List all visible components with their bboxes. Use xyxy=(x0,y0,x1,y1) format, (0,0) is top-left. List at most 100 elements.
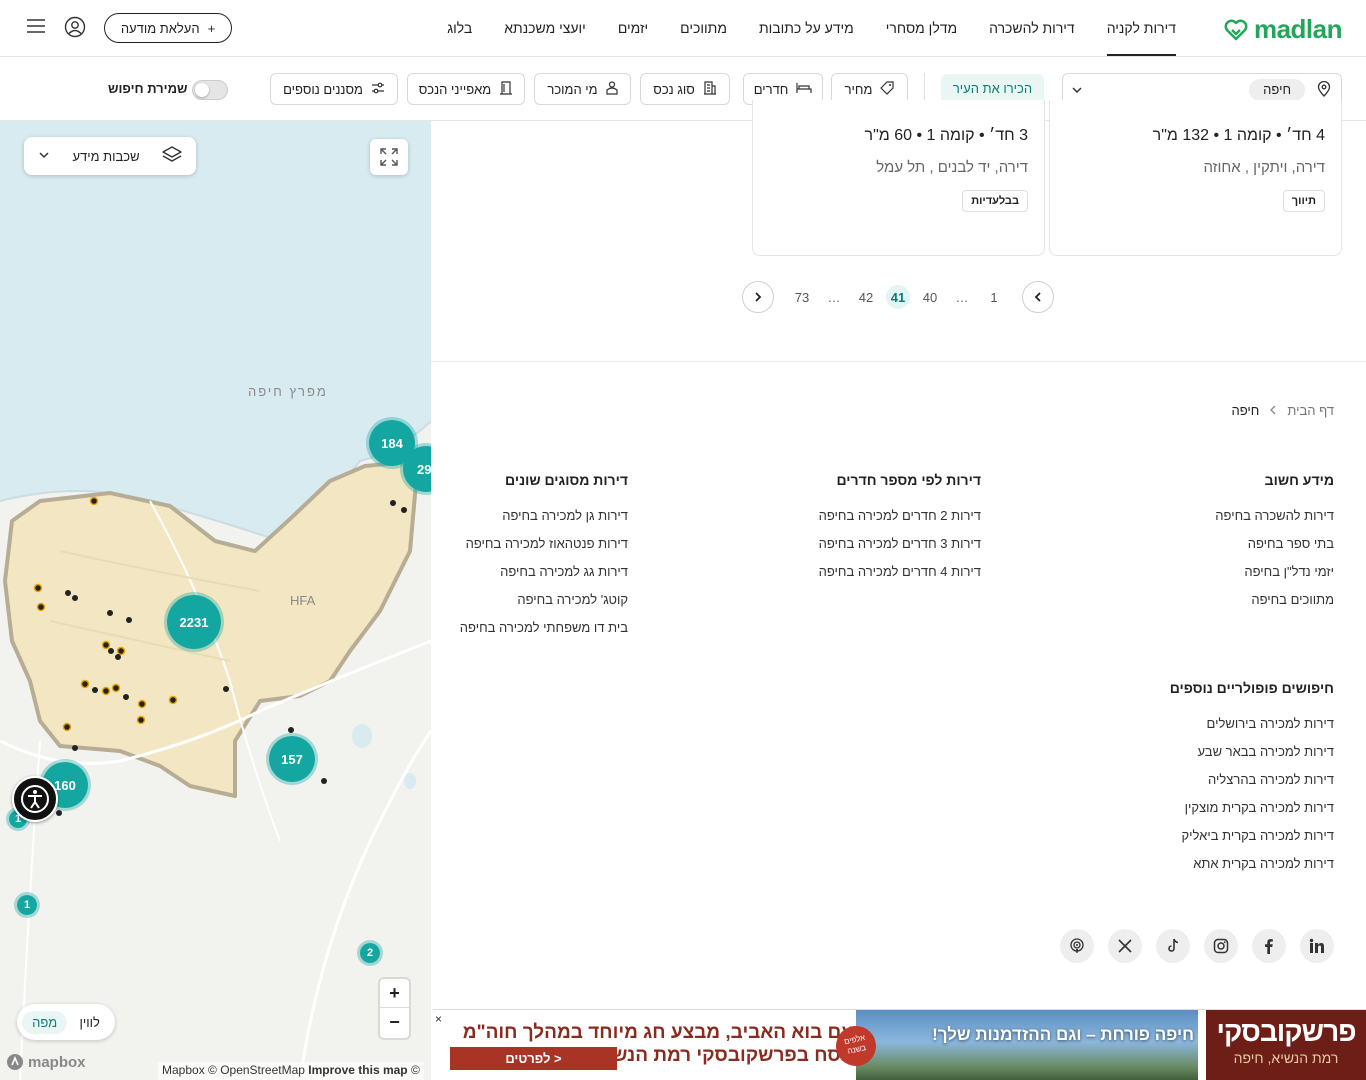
upload-listing-button[interactable]: + העלאת מודעה xyxy=(104,13,232,43)
rooms-filter-label: חדרים xyxy=(753,81,789,97)
accessibility-icon[interactable] xyxy=(12,776,58,822)
tiktok-icon[interactable] xyxy=(1156,929,1190,963)
improve-map-link[interactable]: Improve this map xyxy=(308,1063,407,1077)
section-divider xyxy=(431,361,1366,362)
property-features-label: מאפייני הנכס xyxy=(418,81,492,97)
hfa-label: HFA xyxy=(290,593,316,608)
property-features-filter-button[interactable]: מאפייני הנכס xyxy=(407,73,525,105)
more-filters-button[interactable]: מסננים נוספים xyxy=(270,73,398,105)
page-number[interactable]: 1 xyxy=(982,285,1006,309)
footer-link[interactable]: דירות גן למכירה בחיפה xyxy=(438,508,628,536)
footer-link[interactable]: דירות למכירה בירושלים xyxy=(1034,716,1334,744)
map-cluster[interactable]: 157 xyxy=(266,733,318,785)
breadcrumb-current: חיפה xyxy=(1231,403,1260,418)
instagram-icon[interactable] xyxy=(1204,929,1238,963)
bay-label: מפרץ חיפה xyxy=(248,384,328,399)
copyright-mark: © xyxy=(410,1063,420,1077)
footer-link[interactable]: מתווכים בחיפה xyxy=(1034,592,1334,620)
current-page[interactable]: 41 xyxy=(886,285,910,309)
footer-link[interactable]: דירות למכירה בבאר שבע xyxy=(1034,744,1334,772)
chevron-down-icon[interactable] xyxy=(1071,83,1083,101)
map-cluster[interactable]: 1 xyxy=(14,892,40,918)
nav-agents[interactable]: מתווכים xyxy=(680,0,727,56)
building-icon xyxy=(703,80,717,98)
page-number[interactable]: 42 xyxy=(854,285,878,309)
listing-title: 3 חד׳ • קומה 1 • 60 מ"ר xyxy=(864,127,1028,144)
footer-col-title: דירות לפי מספר חדרים xyxy=(836,472,982,488)
view-map-option[interactable]: מפה xyxy=(22,1010,68,1034)
zoom-in-button[interactable]: + xyxy=(380,979,409,1008)
map-attribution: Mapbox © OpenStreetMap Improve this map … xyxy=(158,1062,424,1080)
facebook-icon[interactable] xyxy=(1252,929,1286,963)
user-icon[interactable] xyxy=(64,16,86,43)
breadcrumb-home[interactable]: דף הבית xyxy=(1287,403,1334,418)
nav-blog[interactable]: בלוג xyxy=(447,0,472,56)
footer-link[interactable]: קוטג' למכירה בחיפה xyxy=(438,592,628,620)
nav-developers[interactable]: יזמים xyxy=(618,0,648,56)
nav-buy[interactable]: דירות לקניה xyxy=(1106,0,1176,56)
map-cluster[interactable]: 2 xyxy=(357,940,383,966)
breadcrumb: דף הבית חיפה xyxy=(1232,403,1335,418)
ad-details-button[interactable]: לפרטים > xyxy=(450,1047,617,1070)
nav-rent[interactable]: דירות להשכרה xyxy=(989,0,1075,56)
attribution-text[interactable]: Mapbox © OpenStreetMap xyxy=(162,1063,305,1077)
footer-link[interactable]: דירות למכירה בקרית מוצקין xyxy=(1034,800,1334,828)
footer-col-important-info: מידע חשוב דירות להשכרה בחיפה בתי ספר בחי… xyxy=(1034,472,1334,620)
footer-link[interactable]: דירות למכירה בהרצליה xyxy=(1034,772,1334,800)
footer-link[interactable]: יזמי נדל"ן בחיפה xyxy=(1034,564,1334,592)
chevron-left-icon xyxy=(1034,292,1041,302)
footer-popular-searches: חיפושים פופולריים נוספים דירות למכירה בי… xyxy=(1034,680,1334,884)
nav-address-info[interactable]: מידע על כתובות xyxy=(759,0,854,56)
plus-icon: + xyxy=(207,20,216,36)
mapbox-logo[interactable]: mapbox xyxy=(6,1053,86,1071)
chevron-right-icon xyxy=(755,292,762,302)
listing-card[interactable]: 3 חד׳ • קומה 1 • 60 מ"ר דירה, יד לבנים ,… xyxy=(752,100,1045,256)
map-layers-button[interactable]: שכבות מידע xyxy=(24,137,196,175)
podcast-icon[interactable] xyxy=(1060,929,1094,963)
footer-link[interactable]: בית דו משפחתי למכירה בחיפה xyxy=(438,620,628,648)
footer-link[interactable]: דירות 2 חדרים למכירה בחיפה xyxy=(681,508,981,536)
footer-link[interactable]: דירות למכירה בקרית אתא xyxy=(1034,856,1334,884)
footer-link[interactable]: דירות למכירה בקרית ביאליק xyxy=(1034,828,1335,856)
property-type-filter-button[interactable]: סוג נכס xyxy=(640,73,730,105)
madlan-logo[interactable]: madlan xyxy=(1224,14,1343,45)
main-nav: דירות לקניה דירות להשכרה מדלן מסחרי מידע… xyxy=(447,0,1176,56)
nav-mortgage-advisors[interactable]: יועצי משכנתא xyxy=(504,0,586,56)
view-satellite-option[interactable]: לווין xyxy=(69,1011,109,1034)
map-cluster[interactable]: 2231 xyxy=(164,592,224,652)
listing-tag: בבלעדיות xyxy=(962,190,1028,212)
price-tag-icon xyxy=(880,80,895,98)
linkedin-icon[interactable] xyxy=(1300,929,1334,963)
footer-link[interactable]: דירות 3 חדרים למכירה בחיפה xyxy=(681,536,981,564)
footer-link[interactable]: דירות גג למכירה בחיפה xyxy=(438,564,628,592)
footer-link[interactable]: דירות להשכרה בחיפה xyxy=(1034,508,1334,536)
fullscreen-expand-icon[interactable] xyxy=(370,139,408,175)
save-search-toggle[interactable] xyxy=(192,80,228,100)
zoom-control: + − xyxy=(380,979,409,1038)
seller-filter-button[interactable]: מי המוכר xyxy=(534,73,631,105)
advertisement-banner[interactable]: × עם בוא האביב, מבצע חג מיוחד במהלך חוה"… xyxy=(433,1009,1366,1080)
zoom-out-button[interactable]: − xyxy=(380,1008,409,1037)
ad-brand-location: רמת הנשיא, חיפה xyxy=(1233,1050,1339,1066)
listing-card[interactable]: 4 חד׳ • קומה 1 • 132 מ"ר דירה, ויתקין , … xyxy=(1049,100,1342,256)
page-ellipsis: … xyxy=(955,289,969,305)
footer-link[interactable]: דירות פנטהאוז למכירה בחיפה xyxy=(438,536,628,564)
footer-link[interactable]: דירות 4 חדרים למכירה בחיפה xyxy=(681,564,981,592)
map-panel[interactable]: מפרץ חיפה HFA שכבות מידע 184 29 2231 157… xyxy=(0,121,431,1080)
top-navigation: madlan דירות לקניה דירות להשכרה מדלן מסח… xyxy=(0,0,1366,57)
next-page-button[interactable] xyxy=(742,281,774,313)
hamburger-menu-icon[interactable] xyxy=(26,18,46,39)
logo-text: madlan xyxy=(1253,14,1343,44)
page-number[interactable]: 40 xyxy=(918,285,942,309)
page-number[interactable]: 73 xyxy=(790,285,814,309)
x-twitter-icon[interactable] xyxy=(1108,929,1142,963)
city-chip[interactable]: חיפה xyxy=(1249,79,1305,101)
previous-page-button[interactable] xyxy=(1022,281,1054,313)
toggle-knob xyxy=(195,83,209,97)
nav-commercial[interactable]: מדלן מסחרי xyxy=(886,0,957,56)
ad-brand-name: פרשקובסקי xyxy=(1216,1016,1357,1047)
close-ad-icon[interactable]: × xyxy=(435,1012,442,1026)
footer-link[interactable]: בתי ספר בחיפה xyxy=(1034,536,1334,564)
more-filters-label: מסננים נוספים xyxy=(283,81,363,97)
mapbox-logo-text: mapbox xyxy=(28,1053,86,1071)
